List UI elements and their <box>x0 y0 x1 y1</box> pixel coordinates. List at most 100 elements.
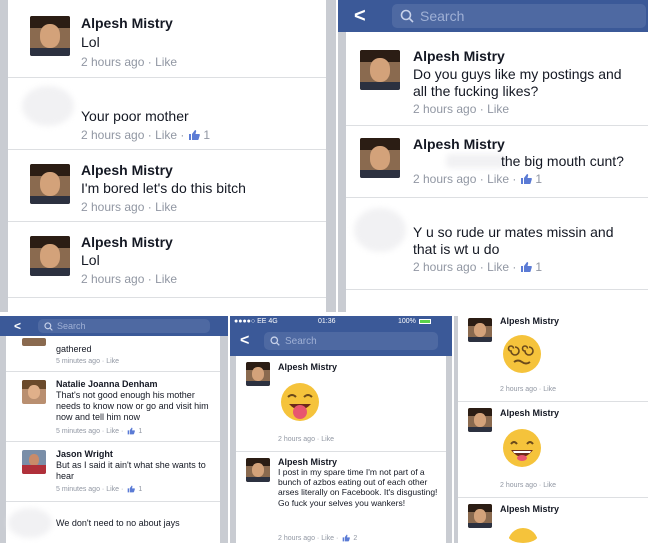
search-input[interactable]: Search <box>38 319 210 333</box>
like-link[interactable]: Like <box>487 172 509 186</box>
timestamp: 5 minutes ago <box>56 427 100 435</box>
like-link[interactable]: Like <box>155 55 177 69</box>
comment-meta: 2 hours ago · Like · 1 <box>413 260 543 274</box>
avatar[interactable] <box>30 16 70 56</box>
avatar[interactable] <box>22 380 46 404</box>
like-link[interactable]: Like <box>106 358 119 365</box>
like-link[interactable]: Like <box>321 535 334 542</box>
avatar[interactable] <box>30 164 70 204</box>
avatar[interactable] <box>360 138 400 178</box>
avatar[interactable] <box>246 362 270 386</box>
commenter-name[interactable]: Alpesh Mistry <box>413 136 505 152</box>
comment-item: Alpesh Mistry the big mouth cunt? 2 hour… <box>346 126 648 198</box>
comment-text: Lol <box>81 252 100 268</box>
like-count: 1 <box>138 427 143 435</box>
comment-meta: 2 hours ago · Like <box>278 436 335 443</box>
redacted-avatar <box>8 508 52 538</box>
like-link[interactable]: Like <box>106 428 119 435</box>
search-input[interactable]: Search <box>392 4 646 28</box>
commenter-name[interactable]: Alpesh Mistry <box>81 234 173 250</box>
comment-item: Alpesh Mistry I'm bored let's do this bi… <box>8 150 326 222</box>
battery-level: 100% <box>398 317 416 325</box>
panel-divider <box>0 312 648 316</box>
like-link[interactable]: Like <box>155 200 177 214</box>
comment-feed: Alpesh Mistry Lol 2 hours ago · Like You… <box>8 0 326 312</box>
comment-item: Alpesh Mistry 2 hours ago · Like <box>458 316 648 402</box>
commenter-name[interactable]: Alpesh Mistry <box>500 504 559 514</box>
commenter-name[interactable]: Alpesh Mistry <box>81 162 173 178</box>
avatar[interactable] <box>22 338 46 346</box>
comment-text: the big mouth cunt? <box>501 153 624 169</box>
avatar[interactable] <box>468 408 492 432</box>
like-link[interactable]: Like <box>487 260 509 274</box>
comment-meta: 5 minutes ago · Like · 1 <box>56 485 143 493</box>
dizzy-emoji-sticker <box>503 335 541 373</box>
search-input[interactable]: Search <box>264 332 438 350</box>
back-button[interactable]: < <box>14 319 32 333</box>
back-button[interactable]: < <box>240 332 260 350</box>
commenter-name[interactable]: Alpesh Mistry <box>413 48 505 64</box>
comment-text: gathered <box>56 344 92 354</box>
comment-text: Lol <box>81 34 100 50</box>
back-button[interactable]: < <box>354 5 384 28</box>
like-count: 1 <box>535 172 543 186</box>
like-link[interactable]: Like <box>321 436 334 443</box>
search-icon <box>400 9 414 23</box>
timestamp: 2 hours ago <box>278 436 315 443</box>
comment-item: gathered 5 minutes ago · Like <box>6 336 220 372</box>
commenter-name[interactable]: Alpesh Mistry <box>500 408 559 418</box>
avatar[interactable] <box>360 50 400 90</box>
search-placeholder: Search <box>57 321 86 331</box>
comment-meta: 2 hours ago · Like <box>81 55 178 69</box>
avatar[interactable] <box>468 504 492 528</box>
emoji-sticker-partial <box>508 528 538 543</box>
like-link[interactable]: Like <box>155 128 177 142</box>
commenter-name[interactable]: Natalie Joanna Denham <box>56 379 158 389</box>
search-icon <box>270 336 280 346</box>
like-link[interactable]: Like <box>543 482 556 489</box>
like-link[interactable]: Like <box>155 272 177 286</box>
comment-meta: 2 hours ago · Like <box>81 200 178 214</box>
timestamp: 2 hours ago <box>81 128 145 142</box>
commenter-name[interactable]: Alpesh Mistry <box>500 316 559 326</box>
commenter-name[interactable]: Alpesh Mistry <box>81 15 173 31</box>
like-count: 2 <box>353 534 358 542</box>
comment-text: Do you guys like my postings and all the… <box>413 66 622 99</box>
comment-meta: 2 hours ago · Like · 2 <box>278 534 358 542</box>
comment-text: Your poor mother <box>81 108 189 124</box>
top-left-screenshot: Alpesh Mistry Lol 2 hours ago · Like You… <box>0 0 336 312</box>
like-count: 1 <box>203 128 211 142</box>
thumbs-up-icon <box>189 130 201 140</box>
avatar[interactable] <box>468 318 492 342</box>
thumbs-up-icon <box>521 174 533 184</box>
redacted-avatar <box>354 208 406 252</box>
thumbs-up-icon <box>128 485 136 493</box>
comment-item: Alpesh Mistry Lol 2 hours ago · Like <box>8 222 326 298</box>
commenter-name[interactable]: Jason Wright <box>56 449 113 459</box>
timestamp: 2 hours ago <box>81 55 145 69</box>
like-link[interactable]: Like <box>543 386 556 393</box>
comment-text: Y u so rude ur mates missin and that is … <box>413 224 614 257</box>
search-placeholder: Search <box>285 335 317 347</box>
bottom-left-screenshot: < Search gathered 5 minutes ago · Like N… <box>0 316 228 543</box>
avatar[interactable] <box>246 458 270 482</box>
avatar[interactable] <box>22 450 46 474</box>
like-link[interactable]: Like <box>487 102 509 116</box>
like-link[interactable]: Like <box>106 486 119 493</box>
comment-text: I post in my spare time I'm not part of … <box>278 467 438 508</box>
comment-text: That's not good enough his mother needs … <box>56 390 209 422</box>
commenter-name[interactable]: Alpesh Mistry <box>278 457 337 467</box>
like-count: 1 <box>138 485 143 493</box>
top-right-screenshot: < Search Alpesh Mistry Do you guys like … <box>338 0 648 312</box>
timestamp: 2 hours ago <box>278 534 315 542</box>
comment-meta: 2 hours ago · Like <box>500 386 557 393</box>
tongue-emoji-sticker <box>281 383 319 421</box>
timestamp: 2 hours ago <box>500 386 537 393</box>
comment-item: Alpesh Mistry <box>458 498 648 543</box>
battery-icon <box>418 318 431 324</box>
commenter-name[interactable]: Alpesh Mistry <box>278 362 337 372</box>
redacted-text <box>446 154 506 168</box>
timestamp: 2 hours ago <box>413 172 477 186</box>
avatar[interactable] <box>30 236 70 276</box>
search-placeholder: Search <box>420 8 465 24</box>
